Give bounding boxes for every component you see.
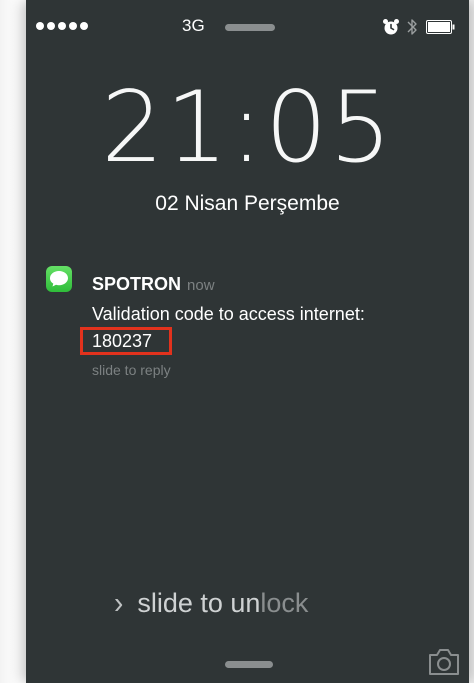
chevron-right-icon: › [114, 585, 124, 620]
bluetooth-icon [407, 19, 417, 35]
status-bar: 3G [26, 0, 469, 50]
notification-sender: SPOTRON [92, 274, 182, 294]
message-notification[interactable]: SPOTRON now Validation code to access int… [46, 264, 466, 394]
lock-screen-date: 02 Nisan Perşembe [155, 192, 340, 215]
alarm-icon [383, 19, 399, 35]
signal-strength-icon [36, 22, 88, 30]
notification-header: SPOTRON now [92, 274, 215, 295]
network-activity-indicator [225, 24, 275, 31]
validation-code: 180237 [92, 331, 153, 351]
lock-screen: 3G 21:05 02 Nisan Perşembe SPOTRON now V… [26, 0, 469, 683]
notification-message: Validation code to access internet: [92, 304, 365, 324]
lock-screen-clock: 21:05 [101, 71, 394, 185]
camera-icon[interactable] [427, 647, 461, 677]
messages-icon [46, 266, 72, 292]
battery-icon [426, 20, 455, 34]
unlock-text-faded: lock [260, 588, 309, 618]
network-type: 3G [182, 16, 205, 35]
slide-to-reply-hint: slide to reply [92, 362, 171, 378]
screenshot-frame: 3G 21:05 02 Nisan Perşembe SPOTRON now V… [0, 0, 474, 683]
unlock-text-bright: slide to un [137, 588, 261, 618]
notification-time: now [187, 277, 215, 294]
slide-to-unlock[interactable]: › slide to unlock [114, 585, 309, 620]
control-center-grabber[interactable] [225, 661, 273, 668]
